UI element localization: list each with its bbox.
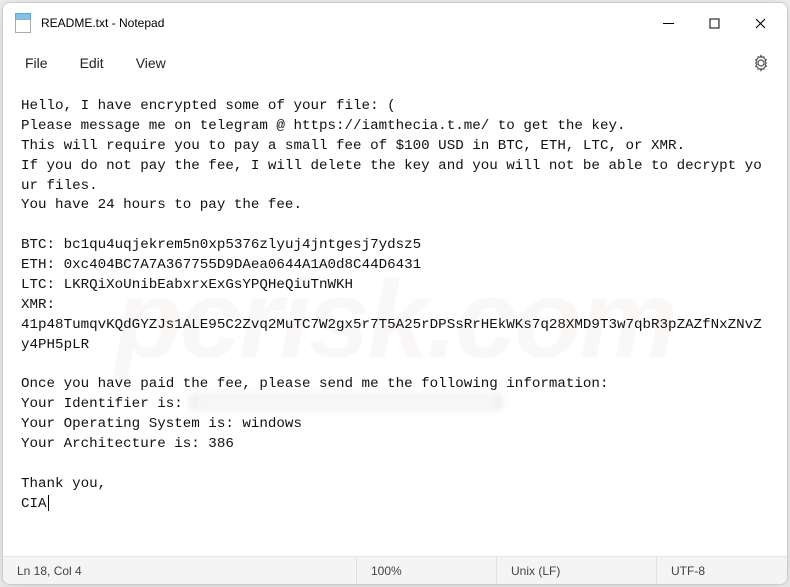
titlebar: README.txt - Notepad	[3, 3, 787, 43]
btc-address: bc1qu4uqjekrem5n0xp5376zlyuj4jntgesj7yds…	[64, 237, 422, 253]
maximize-icon	[709, 18, 720, 29]
line-nopay: If you do not pay the fee, I will delete…	[21, 158, 762, 194]
line-paid: Once you have paid the fee, please send …	[21, 376, 608, 392]
maximize-button[interactable]	[691, 7, 737, 39]
line-telegram: Please message me on telegram @ https://…	[21, 118, 626, 134]
line-greeting: Hello, I have encrypted some of your fil…	[21, 98, 396, 114]
status-position: Ln 18, Col 4	[3, 557, 357, 584]
status-zoom[interactable]: 100%	[357, 557, 497, 584]
line-signature: CIA	[21, 496, 47, 512]
ltc-address: LKRQiXoUnibEabxrxExGsYPQHeQiuTnWKH	[64, 277, 353, 293]
text-caret	[48, 495, 49, 511]
settings-button[interactable]	[743, 48, 779, 78]
close-icon	[755, 18, 766, 29]
xmr-address: 41p48TumqvKQdGYZJs1ALE95C2Zvq2MuTC7W2gx5…	[21, 317, 762, 353]
line-os: Your Operating System is: windows	[21, 416, 302, 432]
minimize-icon	[663, 18, 674, 29]
status-line-ending: Unix (LF)	[497, 557, 657, 584]
notepad-window: README.txt - Notepad File Edit View Hell…	[2, 2, 788, 585]
status-encoding: UTF-8	[657, 557, 787, 584]
line-fee: This will require you to pay a small fee…	[21, 138, 685, 154]
line-thanks: Thank you,	[21, 476, 106, 492]
statusbar: Ln 18, Col 4 100% Unix (LF) UTF-8	[3, 556, 787, 584]
text-editor-area[interactable]: Hello, I have encrypted some of your fil…	[3, 83, 787, 556]
close-button[interactable]	[737, 7, 783, 39]
identifier-label: Your Identifier is:	[21, 396, 191, 412]
menubar: File Edit View	[3, 43, 787, 83]
ltc-label: LTC:	[21, 277, 64, 293]
eth-label: ETH:	[21, 257, 64, 273]
notepad-icon	[15, 13, 31, 33]
menu-edit[interactable]: Edit	[66, 49, 118, 77]
line-deadline: You have 24 hours to pay the fee.	[21, 197, 302, 213]
identifier-value-redacted	[191, 395, 501, 409]
menu-view[interactable]: View	[122, 49, 180, 77]
menu-file[interactable]: File	[11, 49, 62, 77]
btc-label: BTC:	[21, 237, 64, 253]
window-title: README.txt - Notepad	[41, 16, 164, 30]
xmr-label: XMR:	[21, 297, 55, 313]
eth-address: 0xc404BC7A7A367755D9DAea0644A1A0d8C44D64…	[64, 257, 422, 273]
minimize-button[interactable]	[645, 7, 691, 39]
line-arch: Your Architecture is: 386	[21, 436, 234, 452]
gear-icon	[752, 54, 770, 72]
window-controls	[645, 7, 783, 39]
